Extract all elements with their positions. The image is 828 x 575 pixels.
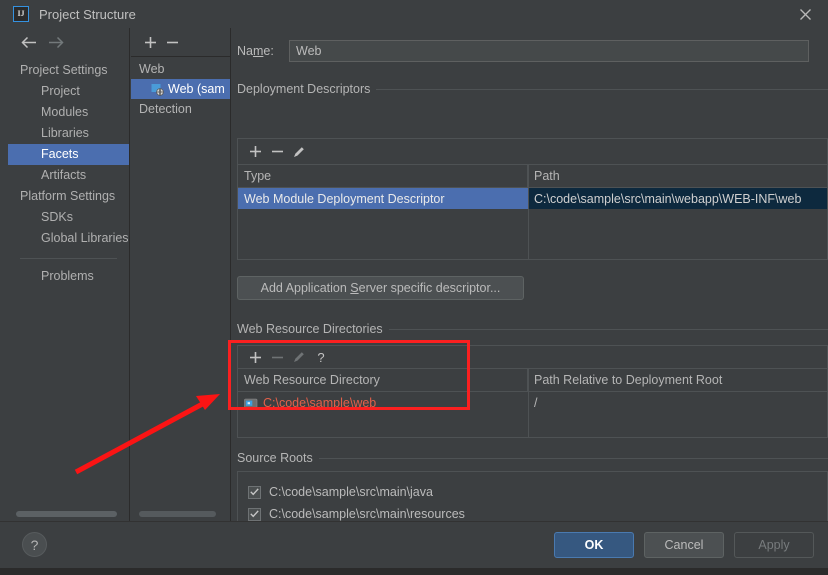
tree-item-web-group[interactable]: Web xyxy=(131,59,230,79)
plus-icon[interactable] xyxy=(244,347,266,367)
facet-details-panel: Name: Deployment Descriptors xyxy=(232,28,828,521)
checkbox-checked-icon[interactable] xyxy=(248,485,261,499)
settings-nav-list: Project Settings Project Modules Librari… xyxy=(8,57,129,287)
sidebar-item-global-libraries[interactable]: Global Libraries xyxy=(8,228,129,249)
minus-icon[interactable] xyxy=(161,32,183,52)
sidebar-item-libraries[interactable]: Libraries xyxy=(8,123,129,144)
cell-type: Web Module Deployment Descriptor xyxy=(238,188,528,209)
web-resource-directories-section-title: Web Resource Directories xyxy=(237,322,389,336)
source-root-label: C:\code\sample\src\main\resources xyxy=(269,507,465,521)
folder-icon xyxy=(244,397,258,409)
cell-text: C:\code\sample\web xyxy=(263,395,377,410)
navigation-toolbar xyxy=(8,28,129,57)
table-empty-row xyxy=(238,230,827,251)
deployment-descriptors-section-title: Deployment Descriptors xyxy=(237,82,377,96)
navigation-horizontal-scrollbar[interactable] xyxy=(16,511,117,517)
table-row[interactable]: C:\code\sample\web / xyxy=(238,392,827,413)
cell-web-resource-directory: C:\code\sample\web xyxy=(238,392,528,413)
table-header-row: Web Resource Directory Path Relative to … xyxy=(238,369,827,392)
ok-button[interactable]: OK xyxy=(554,532,634,558)
deployment-descriptors-table: Type Path Web Module Deployment Descript… xyxy=(237,164,828,260)
cancel-button[interactable]: Cancel xyxy=(644,532,724,558)
column-header-path-relative[interactable]: Path Relative to Deployment Root xyxy=(528,369,827,391)
close-icon[interactable] xyxy=(782,0,828,28)
name-label: Name: xyxy=(237,44,274,58)
window-edge-bottom xyxy=(0,567,828,575)
tree-item-label: Web xyxy=(139,62,165,76)
tree-item-web-facet[interactable]: Web (sam xyxy=(131,79,230,99)
web-facet-icon xyxy=(151,83,164,96)
sidebar-divider xyxy=(20,258,117,259)
source-roots-list: C:\code\sample\src\main\java C:\code\sam… xyxy=(237,471,828,521)
source-roots-section-title: Source Roots xyxy=(237,451,319,465)
settings-navigation-panel: Project Settings Project Modules Librari… xyxy=(8,28,130,521)
facet-tree-toolbar xyxy=(131,28,230,57)
source-roots-section-rule xyxy=(237,458,828,459)
project-structure-dialog: IJ Project Structure Project Settings Pr… xyxy=(0,0,828,575)
minus-icon[interactable] xyxy=(266,142,288,162)
intellij-idea-icon: IJ xyxy=(13,6,29,22)
pencil-icon xyxy=(288,347,310,367)
source-root-item[interactable]: C:\code\sample\src\main\resources xyxy=(248,503,827,521)
plus-icon[interactable] xyxy=(139,32,161,52)
sidebar-group-platform-settings: Platform Settings xyxy=(20,189,116,203)
window-title: Project Structure xyxy=(39,6,136,22)
tree-item-label: Web (sam xyxy=(168,82,225,96)
column-header-web-resource-directory[interactable]: Web Resource Directory xyxy=(238,369,528,391)
question-icon[interactable]: ? xyxy=(310,347,332,367)
table-header-row: Type Path xyxy=(238,165,827,188)
column-divider xyxy=(528,165,529,259)
dialog-footer: ? OK Cancel Apply xyxy=(0,521,828,568)
sidebar-item-problems[interactable]: Problems xyxy=(8,266,129,287)
column-header-path[interactable]: Path xyxy=(528,165,827,187)
plus-icon[interactable] xyxy=(244,142,266,162)
table-empty-row xyxy=(238,209,827,230)
checkbox-checked-icon[interactable] xyxy=(248,507,261,521)
deployment-descriptors-toolbar xyxy=(237,138,828,164)
column-header-type[interactable]: Type xyxy=(238,165,528,187)
sidebar-item-project[interactable]: Project xyxy=(8,81,129,102)
tree-item-detection[interactable]: Detection xyxy=(131,99,230,119)
sidebar-item-artifacts[interactable]: Artifacts xyxy=(8,165,129,186)
cell-path: C:\code\sample\src\main\webapp\WEB-INF\w… xyxy=(528,188,827,209)
pencil-icon[interactable] xyxy=(288,142,310,162)
source-root-item[interactable]: C:\code\sample\src\main\java xyxy=(248,481,827,503)
cell-relative-path: / xyxy=(534,395,538,410)
facet-tree-list: Web Web (sam Detection xyxy=(131,57,230,119)
help-button[interactable]: ? xyxy=(22,532,47,557)
sidebar-group-project-settings: Project Settings xyxy=(20,63,108,77)
table-row[interactable]: Web Module Deployment Descriptor C:\code… xyxy=(238,188,827,209)
apply-button: Apply xyxy=(734,532,814,558)
web-resource-directories-table: Web Resource Directory Path Relative to … xyxy=(237,368,828,438)
web-resource-directories-toolbar: ? xyxy=(237,345,828,368)
facet-tree-horizontal-scrollbar[interactable] xyxy=(139,511,216,517)
arrow-right-icon[interactable] xyxy=(42,32,68,54)
sidebar-item-modules[interactable]: Modules xyxy=(8,102,129,123)
sidebar-item-sdks[interactable]: SDKs xyxy=(8,207,129,228)
minus-icon xyxy=(266,347,288,367)
footer-button-group: OK Cancel Apply xyxy=(554,532,814,558)
facet-tree-panel: Web Web (sam Detection xyxy=(131,28,231,521)
arrow-left-icon[interactable] xyxy=(16,32,42,54)
name-row: Name: xyxy=(237,40,809,62)
table-empty-row xyxy=(238,413,827,434)
dialog-body: Project Settings Project Modules Librari… xyxy=(0,28,828,521)
column-divider xyxy=(528,369,529,437)
tree-item-label: Detection xyxy=(139,102,192,116)
name-input[interactable] xyxy=(289,40,809,62)
add-application-server-descriptor-button[interactable]: Add Application Server specific descript… xyxy=(237,276,524,300)
title-bar: IJ Project Structure xyxy=(0,0,828,29)
source-root-label: C:\code\sample\src\main\java xyxy=(269,485,433,499)
sidebar-item-facets[interactable]: Facets xyxy=(8,144,129,165)
